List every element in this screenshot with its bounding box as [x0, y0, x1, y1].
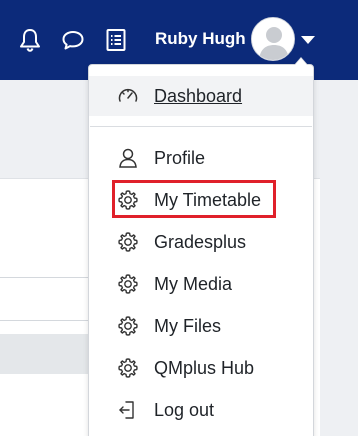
cog-icon — [117, 231, 139, 253]
cog-icon — [117, 357, 139, 379]
menu-item-qmplus-hub[interactable]: QMplus Hub — [89, 348, 313, 388]
menu-divider — [90, 126, 312, 127]
menu-item-label: Dashboard — [154, 86, 243, 106]
user-icon — [117, 147, 139, 169]
menu-item-my-files[interactable]: My Files — [89, 306, 313, 346]
menu-item-label: My Files — [154, 316, 221, 336]
cog-icon — [117, 273, 139, 295]
menu-item-label: Gradesplus — [154, 232, 247, 252]
menu-item-log-out[interactable]: Log out — [89, 390, 313, 430]
menu-item-label: QMplus Hub — [154, 358, 255, 378]
cog-icon — [117, 315, 139, 337]
bell-icon[interactable] — [17, 27, 43, 53]
page-content-field — [0, 277, 100, 321]
chevron-down-icon[interactable] — [301, 36, 315, 44]
menu-item-my-media[interactable]: My Media — [89, 264, 313, 304]
menu-item-dashboard[interactable]: Dashboard — [89, 76, 313, 116]
user-name[interactable]: Ruby Hugh — [155, 28, 246, 50]
chat-bubble-icon[interactable] — [60, 27, 86, 53]
sign-out-icon — [117, 399, 139, 421]
avatar[interactable] — [251, 17, 295, 61]
menu-item-label: Log out — [154, 400, 215, 420]
menu-item-profile[interactable]: Profile — [89, 138, 313, 178]
notes-icon[interactable] — [103, 27, 129, 53]
menu-item-gradesplus[interactable]: Gradesplus — [89, 222, 313, 262]
speedometer-icon — [117, 85, 139, 107]
menu-item-label: Profile — [154, 148, 206, 168]
highlight-box — [112, 180, 276, 218]
menu-item-label: My Media — [154, 274, 233, 294]
page-content-band — [0, 334, 100, 374]
user-dropdown-menu: Dashboard Profile My Timetable Gradesplu… — [88, 57, 314, 436]
